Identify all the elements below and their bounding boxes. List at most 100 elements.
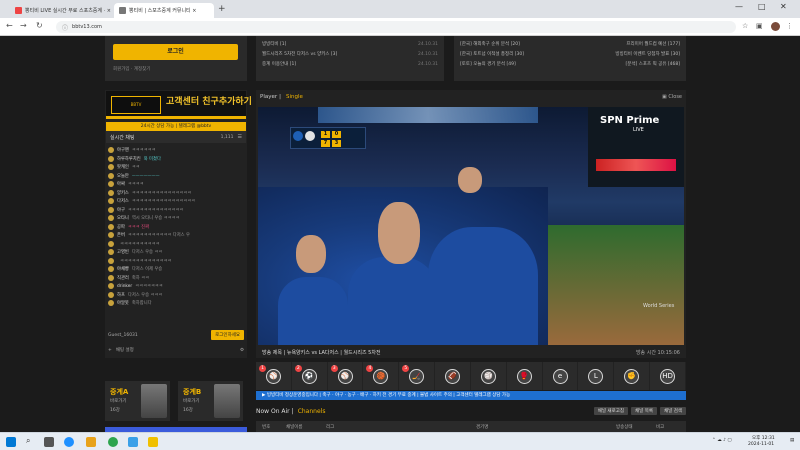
back-icon[interactable]: ← — [6, 21, 13, 30]
app-icon[interactable] — [128, 437, 138, 447]
menu-icon[interactable]: ⋮ — [786, 22, 793, 30]
news-item[interactable]: 월드시리즈 5차전 다저스 vs 양키스 [3] 24.10.31 — [262, 50, 438, 60]
chat-username[interactable]: 하프 — [117, 292, 125, 298]
sport-category-button[interactable]: L — [578, 362, 615, 390]
chat-send-button[interactable]: 로그인하세요 — [211, 330, 244, 340]
user-level-icon — [108, 291, 114, 298]
chat-message: 공파 ㅋㅋㅋ 진짜 — [108, 223, 244, 232]
site-info-icon[interactable]: ⓘ — [62, 23, 68, 32]
chat-message: ㅋㅋㅋㅋㅋㅋㅋㅋㅋㅋㅋㅋㅋ — [108, 257, 244, 266]
chat-username[interactable]: 오늘만 — [117, 173, 129, 179]
chat-menu-icon[interactable]: ☰ — [238, 134, 242, 140]
clock-date[interactable]: 2024-11-01 — [748, 442, 774, 447]
maximize-button[interactable]: □ — [758, 2, 766, 11]
browser-tab-bar: 뽕티비 LIVE 실시간 무료 스포츠중계 · × 뽕티비 | 스포츠중계 커뮤… — [0, 0, 800, 18]
score-cell: 1 — [321, 131, 330, 138]
player-close-button[interactable]: ▣ Close — [662, 94, 682, 100]
system-tray-icons[interactable]: ⌃ ☁ ♪ ▢ — [712, 438, 732, 443]
sport-category-button[interactable]: ⚽ 2 — [292, 362, 328, 390]
reload-icon[interactable]: ↻ — [36, 21, 43, 30]
extensions-icon[interactable]: ▣ — [756, 22, 763, 30]
news-title: 중계 이용안내 [1] — [262, 62, 297, 67]
chat-username[interactable]: 다저스 — [117, 198, 129, 204]
customer-center-banner[interactable]: BBTV 고객센터 친구추가하기 — [106, 91, 252, 119]
add-icon[interactable]: + — [108, 348, 112, 353]
chat-username[interactable]: 야구 — [117, 207, 125, 213]
chat-settings-label[interactable]: 채팅 설정 — [116, 347, 134, 353]
chat-username[interactable]: 하루하루치킨 — [117, 156, 141, 162]
browser-tab-active[interactable]: 뽕티비 | 스포츠중계 커뮤니티 × — [114, 3, 214, 18]
user-level-icon — [108, 215, 114, 222]
news-item[interactable]: 빙빙티비 [1] 24.10.31 — [262, 40, 438, 50]
chat-username[interactable]: 팟캐인 — [117, 164, 129, 170]
forward-icon[interactable]: → — [20, 21, 27, 30]
start-icon[interactable] — [6, 437, 16, 447]
sport-category-button[interactable]: ⚾ 3 — [328, 362, 364, 390]
promo-card[interactable]: 중계A 바로가기 16강 — [105, 381, 170, 421]
news-item[interactable]: 중계 이용안내 [1] 24.10.31 — [262, 60, 438, 70]
chat-username[interactable]: 야알못 — [117, 300, 129, 306]
url-field[interactable]: ⓘ bbtv13.com — [56, 21, 736, 33]
sport-category-button[interactable]: 🏒 5 — [399, 362, 436, 390]
chat-username[interactable]: 존버 — [117, 232, 125, 238]
chat-username[interactable]: 양키스 — [117, 190, 129, 196]
news-item[interactable]: [한국] 해외축구 순위 분석 [20] 프리미어 월드컵 예선 [177] — [460, 40, 680, 50]
close-label: Close — [668, 94, 682, 100]
chat-username[interactable]: 아싸 — [117, 181, 125, 187]
chat-message: 양키스 ㅋㅋㅋㅋㅋㅋㅋㅋㅋㅋㅋㅋㅋㅋㅋ — [108, 189, 244, 198]
channel-list-button[interactable]: 채널 목록 — [631, 407, 657, 415]
chat-username[interactable]: 공파 — [117, 224, 125, 230]
chat-text: ㅋㅋㅋ 진짜 — [127, 224, 150, 230]
file-explorer-icon[interactable] — [86, 437, 96, 447]
browser-tab-inactive[interactable]: 뽕티비 LIVE 실시간 무료 스포츠중계 · × — [10, 3, 114, 18]
promo-card[interactable]: 중계B 바로가기 16강 — [178, 381, 243, 421]
sport-category-button[interactable]: HD — [650, 362, 686, 390]
chat-username[interactable]: 직관러 — [117, 275, 129, 281]
kakaotalk-icon[interactable] — [148, 437, 158, 447]
chat-username[interactable]: drinker — [117, 284, 132, 289]
bookmark-star-icon[interactable]: ☆ — [742, 22, 748, 30]
chat-message: drinker ㅋㅋㅋㅋㅋㅋㅋ — [108, 282, 244, 291]
new-tab-button[interactable]: + — [218, 4, 226, 14]
player-mode[interactable]: Single — [286, 94, 303, 100]
clock-time[interactable]: 오후 12:31 — [752, 435, 775, 441]
video-stream[interactable]: SPN Prime LIVE 1 0 7 3 World Series — [258, 107, 684, 345]
sport-category-button[interactable]: e — [543, 362, 579, 390]
task-view-icon[interactable] — [44, 437, 54, 447]
sport-category-button[interactable]: 🏐 — [471, 362, 507, 390]
settings-icon[interactable]: ⚙ — [240, 348, 244, 353]
site-favicon-icon — [119, 7, 126, 14]
user-level-icon — [108, 300, 114, 307]
sport-category-button[interactable]: ✊ — [614, 362, 651, 390]
chat-username[interactable]: 야채빵 — [117, 266, 129, 272]
user-level-icon — [108, 189, 114, 196]
notification-icon[interactable]: ▤ — [790, 438, 794, 443]
login-links[interactable]: 회원가입 · 계정찾기 — [113, 66, 150, 72]
tab-title: 뽕티비 | 스포츠중계 커뮤니티 × — [129, 8, 197, 14]
chat-username[interactable]: 오타니 — [117, 215, 129, 221]
chrome-icon[interactable] — [108, 437, 118, 447]
profile-avatar[interactable] — [771, 22, 780, 31]
login-button[interactable]: 로그인 — [113, 44, 238, 60]
news-item[interactable]: [한국] 토트넘 이적설 총정리 [30] 빙빙티비 이벤트 당첨자 발표 [30… — [460, 50, 680, 60]
sport-category-button[interactable]: 🏀 4 — [363, 362, 400, 390]
channel-search-button[interactable]: 채널 검색 — [660, 407, 686, 415]
edge-icon[interactable] — [64, 437, 74, 447]
chat-username[interactable]: 고영빈 — [117, 249, 129, 255]
chat-log[interactable]: 야구팬 ㅋㅋㅋㅋㅋㅋ 하루하루치킨 와 미쳤다 팟캐인 ㅋㅋ 오늘만 ㅡㅡㅡㅡㅡㅡㅡ 아싸 ㅋㅋㅋ… — [108, 146, 244, 326]
user-level-icon — [108, 257, 114, 264]
sport-category-button[interactable]: 🥊 — [507, 362, 543, 390]
minimize-button[interactable]: — — [735, 2, 743, 11]
search-icon[interactable]: ⌕ — [26, 436, 36, 446]
chat-footer: + 채팅 설정 ⚙ — [108, 345, 244, 355]
user-level-icon — [108, 274, 114, 281]
promo-title: 중계B — [183, 388, 202, 396]
refresh-channels-button[interactable]: 채널 새로고침 — [593, 407, 628, 415]
sport-category-button[interactable]: ⚾ 1 — [256, 362, 292, 390]
close-window-button[interactable]: ✕ — [780, 2, 787, 11]
news-item[interactable]: [토토] 오늘의 경기 분석 [49] [분석] 스포츠 픽 공유 [468] — [460, 60, 680, 70]
chat-title: 실시간 채팅 — [110, 134, 135, 141]
chat-username[interactable]: 야구팬 — [117, 147, 129, 153]
chat-text: 역시 오타니 우승 ㅋㅋㅋㅋ — [131, 216, 180, 222]
sport-category-button[interactable]: 🏈 — [435, 362, 471, 390]
